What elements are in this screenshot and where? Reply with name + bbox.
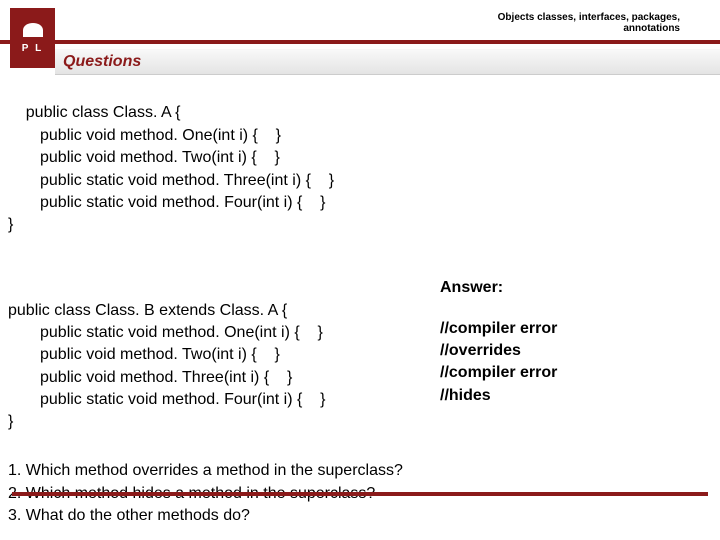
classB-method2: public void method. Two(int i) { }	[8, 344, 700, 366]
classA-method2: public void method. Two(int i) { }	[8, 147, 700, 169]
classB-section: public class Class. B extends Class. A {…	[8, 277, 700, 456]
question-1: 1. Which method overrides a method in th…	[8, 460, 700, 482]
answer-box: Answer: //compiler error //overrides //c…	[440, 277, 557, 407]
classA-method4: public static void method. Four(int i) {…	[8, 192, 700, 214]
answer-line2: //overrides	[440, 340, 557, 362]
footer-divider	[12, 492, 708, 496]
title-bar: Questions	[55, 49, 720, 75]
header-divider	[0, 40, 720, 44]
answer-line4: //hides	[440, 385, 557, 407]
section-title: Questions	[63, 53, 141, 71]
classB-decl: public class Class. B extends Class. A {	[8, 302, 287, 319]
classA-code: public class Class. A { public void meth…	[8, 80, 700, 259]
breadcrumb-line1: Objects classes, interfaces, packages,	[498, 12, 680, 23]
classA-method3: public static void method. Three(int i) …	[8, 170, 700, 192]
main-content: public class Class. A { public void meth…	[8, 80, 700, 527]
breadcrumb: Objects classes, interfaces, packages, a…	[498, 12, 680, 34]
classA-close: }	[8, 216, 13, 233]
answer-line1: //compiler error	[440, 318, 557, 340]
classB-close: }	[8, 413, 13, 430]
logo-letters: P L	[22, 43, 43, 54]
answer-heading: Answer:	[440, 277, 557, 299]
classB-method3: public void method. Three(int i) { }	[8, 367, 700, 389]
classA-method1: public void method. One(int i) { }	[8, 125, 700, 147]
classA-decl: public class Class. A {	[26, 104, 181, 121]
logo-emblem-icon	[23, 23, 43, 37]
breadcrumb-line2: annotations	[498, 23, 680, 34]
answer-line3: //compiler error	[440, 362, 557, 384]
classB-method4: public static void method. Four(int i) {…	[8, 389, 700, 411]
classB-method1: public static void method. One(int i) { …	[8, 322, 700, 344]
logo: P L	[10, 8, 55, 68]
question-3: 3. What do the other methods do?	[8, 505, 700, 527]
classB-code: public class Class. B extends Class. A {…	[8, 277, 700, 456]
